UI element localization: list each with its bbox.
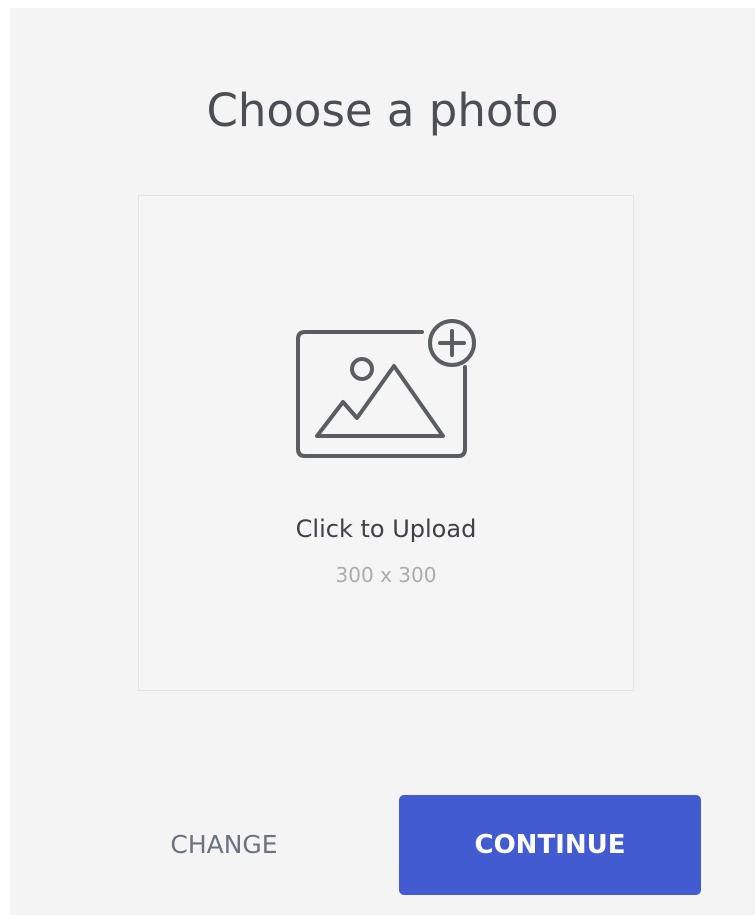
photo-upload-area[interactable]: Click to Upload 300 x 300 [138, 195, 634, 691]
continue-button[interactable]: CONTINUE [399, 795, 701, 895]
image-add-icon [296, 319, 476, 458]
upload-label: Click to Upload [295, 515, 477, 543]
choose-photo-dialog: Choose a photo Click to Upload 300 x 300… [10, 8, 755, 915]
dialog-title: Choose a photo [206, 84, 559, 137]
change-button[interactable]: CHANGE [138, 820, 310, 870]
upload-size-hint: 300 x 300 [335, 563, 437, 587]
